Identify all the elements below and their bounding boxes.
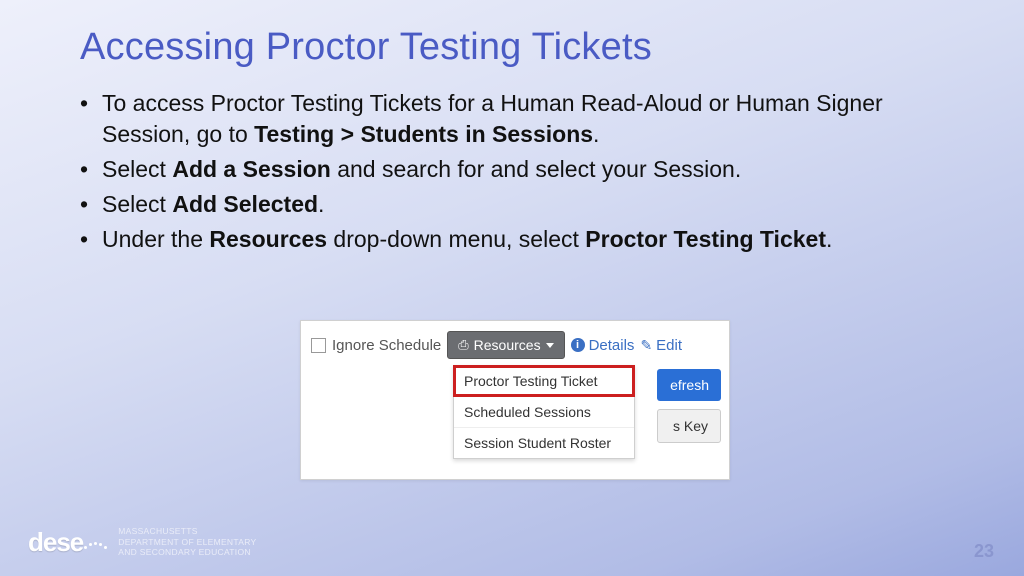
slide: Accessing Proctor Testing Tickets To acc… — [0, 0, 1024, 576]
print-icon: ⎙ — [458, 337, 468, 353]
bullet-2-post: and search for and select your Session. — [331, 156, 741, 182]
dropdown-item-scheduled-sessions[interactable]: Scheduled Sessions — [454, 396, 634, 427]
pencil-icon: ✎ — [640, 337, 652, 354]
bullet-1-bold: Testing > Students in Sessions — [254, 121, 593, 147]
bullet-4-mid: drop-down menu, select — [327, 226, 585, 252]
bullet-4-bold2: Proctor Testing Ticket — [585, 226, 826, 252]
resources-dropdown-button[interactable]: ⎙ Resources — [447, 331, 564, 359]
footer-logo: dese MASSACHUSETTS Department of Element… — [28, 526, 256, 558]
bullet-3-post: . — [318, 191, 324, 217]
dropdown-item-session-roster[interactable]: Session Student Roster — [454, 427, 634, 458]
resources-label: Resources — [474, 337, 541, 353]
info-icon: i — [571, 338, 585, 352]
key-button-partial[interactable]: s Key — [657, 409, 721, 443]
refresh-button-partial[interactable]: efresh — [657, 369, 721, 401]
logo-mark-wrap: dese — [28, 527, 108, 558]
ignore-schedule-label: Ignore Schedule — [332, 337, 441, 354]
logo-dots-icon — [83, 536, 108, 554]
edit-label: Edit — [656, 337, 682, 354]
bullet-1: To access Proctor Testing Tickets for a … — [80, 88, 964, 150]
slide-body: To access Proctor Testing Tickets for a … — [80, 88, 964, 259]
bullet-3-bold: Add Selected — [172, 191, 318, 217]
bullet-2: Select Add a Session and search for and … — [80, 154, 964, 185]
screenshot-toolbar: Ignore Schedule ⎙ Resources i Details ✎ … — [311, 331, 719, 359]
slide-title: Accessing Proctor Testing Tickets — [80, 26, 652, 69]
dropdown-item-proctor-ticket[interactable]: Proctor Testing Ticket — [454, 366, 634, 396]
embedded-screenshot: Ignore Schedule ⎙ Resources i Details ✎ … — [300, 320, 730, 480]
page-number: 23 — [974, 541, 994, 562]
bullet-3: Select Add Selected. — [80, 189, 964, 220]
details-link[interactable]: i Details — [571, 337, 635, 354]
details-label: Details — [589, 337, 635, 354]
bullet-4-post: . — [826, 226, 832, 252]
bullet-2-pre: Select — [102, 156, 172, 182]
org-line-1: MASSACHUSETTS — [118, 526, 256, 537]
bullet-2-bold: Add a Session — [172, 156, 330, 182]
chevron-down-icon — [546, 343, 554, 348]
bullet-4: Under the Resources drop-down menu, sele… — [80, 224, 964, 255]
dese-logo-text: dese — [28, 527, 83, 557]
bullet-3-pre: Select — [102, 191, 172, 217]
bullet-4-bold: Resources — [209, 226, 327, 252]
bullet-4-pre: Under the — [102, 226, 209, 252]
org-line-3: and Secondary Education — [118, 547, 256, 558]
screenshot-right-buttons: efresh s Key — [657, 369, 721, 443]
resources-dropdown-menu: Proctor Testing Ticket Scheduled Session… — [453, 365, 635, 459]
footer-org-text: MASSACHUSETTS Department of Elementary a… — [118, 526, 256, 558]
ignore-schedule-checkbox[interactable] — [311, 338, 326, 353]
edit-link[interactable]: ✎ Edit — [640, 337, 682, 354]
bullet-1-post: . — [593, 121, 599, 147]
org-line-2: Department of Elementary — [118, 537, 256, 548]
